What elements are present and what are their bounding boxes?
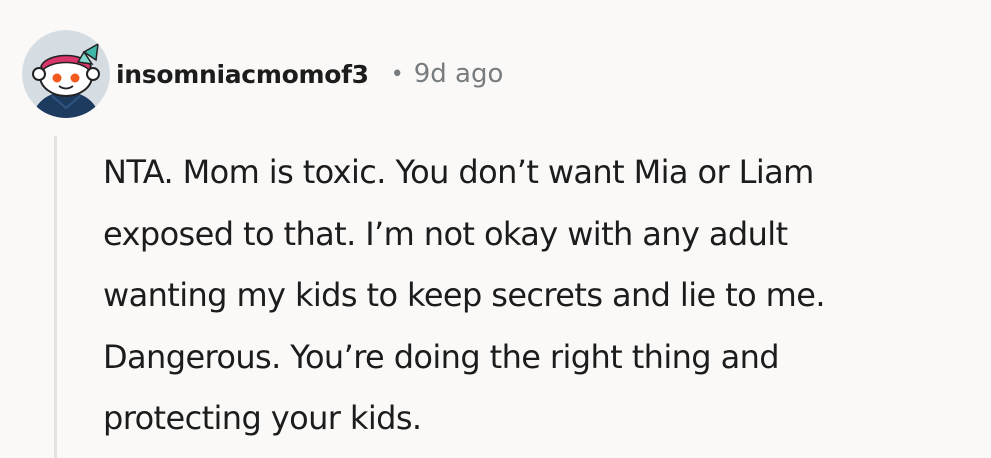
comment-body: NTA. Mom is toxic. You don’t want Mia or… [103,142,983,450]
comment-timestamp[interactable]: 9d ago [414,59,504,89]
comment-body-line: wanting my kids to keep secrets and lie … [103,276,826,314]
comment-header: insomniacmomof3 • 9d ago [116,54,503,94]
thread-collapse-line[interactable] [54,136,57,458]
author-username[interactable]: insomniacmomof3 [116,60,369,89]
comment: insomniacmomof3 • 9d ago NTA. Mom is tox… [0,0,991,458]
snoo-avatar-icon [22,30,110,118]
user-avatar-icon[interactable] [22,30,110,118]
comment-body-line: protecting your kids. [103,399,422,437]
comment-body-line: NTA. Mom is toxic. You don’t want Mia or… [103,153,814,191]
comment-body-line: exposed to that. I’m not okay with any a… [103,214,788,253]
comment-body-line: Dangerous. You’re doing the right thing … [103,337,780,376]
meta-separator: • [390,61,404,87]
